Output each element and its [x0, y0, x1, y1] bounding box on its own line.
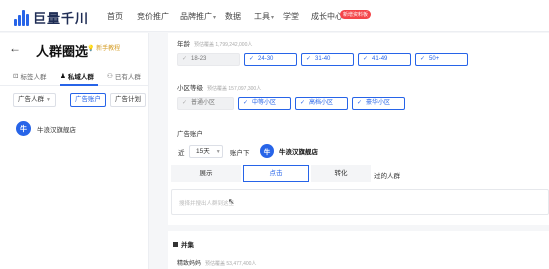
chevron-down-icon: ▼: [46, 97, 51, 103]
check-icon: ✓: [182, 100, 188, 106]
segment-suffix: 过的人群: [374, 173, 400, 180]
new-badge: 新增资料板: [340, 10, 372, 19]
age-option-18-23[interactable]: ✓ 18-23: [177, 53, 240, 66]
ad-account-name: 牛浪汉旗舰店: [279, 149, 318, 156]
union-icon: [173, 241, 178, 247]
recent-prefix: 近: [178, 150, 185, 157]
community-option-high[interactable]: ✓ 高档小区: [295, 97, 348, 110]
top-nav: 巨量千川 首页 竞价推广 品牌推广▾ 数据 工具▾ 学堂 成长中心 新增资料板: [0, 0, 549, 32]
tab-private-audience[interactable]: ♟ 私域人群: [60, 71, 94, 81]
check-icon: ✓: [420, 56, 426, 62]
nav-item-tools[interactable]: 工具▾: [254, 11, 274, 22]
left-panel: ← 人群圈选 💡 新手教程 ⊡ 标签人群 ♟ 私域人群 ⚇ 已有人群 广告人群 ▼ 广告…: [0, 33, 149, 269]
segment-impression[interactable]: 展示: [171, 165, 241, 182]
brand-logo[interactable]: 巨量千川: [14, 8, 89, 27]
user-icon: ⚇: [107, 73, 113, 80]
age-option-24-30[interactable]: ✓ 24-30: [244, 53, 297, 66]
mouse-cursor-icon: ↖: [228, 197, 235, 206]
ad-account-section-label: 广告账户: [177, 131, 203, 138]
back-arrow-icon[interactable]: ←: [9, 41, 21, 55]
community-estimate: 预估覆盖 157,097,300人: [207, 86, 262, 92]
check-icon: ✓: [306, 56, 312, 62]
account-item[interactable]: 牛 牛浪汉旗舰店: [16, 121, 76, 136]
check-icon: ✓: [243, 100, 249, 106]
chevron-down-icon: ▾: [213, 15, 217, 21]
newbie-tutorial-link[interactable]: 💡 新手教程: [87, 43, 120, 52]
nav-item-home[interactable]: 首页: [107, 11, 123, 22]
audience-tabs: ⊡ 标签人群 ♟ 私域人群 ⚇ 已有人群: [0, 68, 149, 86]
nav-item-data[interactable]: 数据: [225, 11, 241, 22]
community-level-label: 小区等级 预估覆盖 157,097,300人: [177, 85, 262, 92]
nav-item-brand[interactable]: 品牌推广▾: [180, 11, 216, 22]
avatar: 牛: [260, 144, 274, 158]
age-option-41-49[interactable]: ✓ 41-49: [358, 53, 411, 66]
account-name: 牛浪汉旗舰店: [37, 126, 76, 134]
check-icon: ✓: [363, 56, 369, 62]
audience-drop-input[interactable]: 搜择并搜出人群到这里 ↖: [171, 189, 549, 215]
page-title: 人群圈选: [36, 44, 89, 59]
tab-label-audience[interactable]: ⊡ 标签人群: [13, 71, 46, 81]
check-icon: ✓: [182, 56, 188, 62]
brand-name: 巨量千川: [33, 11, 90, 26]
tab-existing-audience[interactable]: ⚇ 已有人群: [107, 71, 141, 81]
logo-bars-icon: [14, 9, 30, 26]
section-divider: [168, 225, 549, 231]
community-option-medium[interactable]: ✓ 中等小区: [238, 97, 291, 110]
age-estimate: 预估覆盖 1,799,242,000人: [194, 42, 253, 48]
union-section-title: 并集: [173, 239, 194, 249]
community-option-luxury[interactable]: ✓ 豪华小区: [352, 97, 405, 110]
nav-item-bidding[interactable]: 竞价推广: [137, 11, 169, 22]
age-option-50-plus[interactable]: ✓ 50+: [415, 53, 468, 66]
avatar: 牛: [16, 121, 31, 136]
tag-icon: ⊡: [13, 73, 19, 80]
check-icon: ✓: [300, 100, 306, 106]
age-label: 年龄 预估覆盖 1,799,242,000人: [177, 41, 253, 48]
nav-item-growth[interactable]: 成长中心: [311, 11, 343, 22]
days-select[interactable]: 15天 ▼: [189, 145, 223, 158]
nav-item-academy[interactable]: 学堂: [283, 11, 299, 22]
segment-click[interactable]: 点击: [243, 165, 309, 182]
ad-audience-select[interactable]: 广告人群 ▼: [13, 93, 56, 107]
segment-conversion[interactable]: 转化: [311, 165, 371, 182]
check-icon: ✓: [249, 56, 255, 62]
chevron-down-icon: ▼: [215, 149, 221, 155]
precise-estimate: 预估覆盖 53,477,400人: [205, 261, 257, 267]
ad-plan-filter[interactable]: 广告计划: [110, 93, 146, 107]
check-icon: ✓: [357, 100, 363, 106]
age-option-31-40[interactable]: ✓ 31-40: [301, 53, 354, 66]
people-icon: ♟: [60, 73, 66, 80]
active-tab-indicator: [60, 84, 98, 86]
main-panel: 年龄 预估覆盖 1,799,242,000人 ✓ 18-23 ✓ 24-30 ✓ 31-…: [168, 33, 549, 269]
chevron-down-icon: ▾: [271, 15, 275, 21]
community-option-normal[interactable]: ✓ 普通小区: [177, 97, 234, 110]
account-under-label: 账户下: [230, 150, 250, 157]
drop-placeholder: 搜择并搜出人群到这里: [179, 201, 235, 207]
precise-audience-row: 精致妈妈 预估覆盖 53,477,400人: [177, 261, 257, 267]
ad-account-filter[interactable]: 广告账户: [70, 93, 106, 107]
